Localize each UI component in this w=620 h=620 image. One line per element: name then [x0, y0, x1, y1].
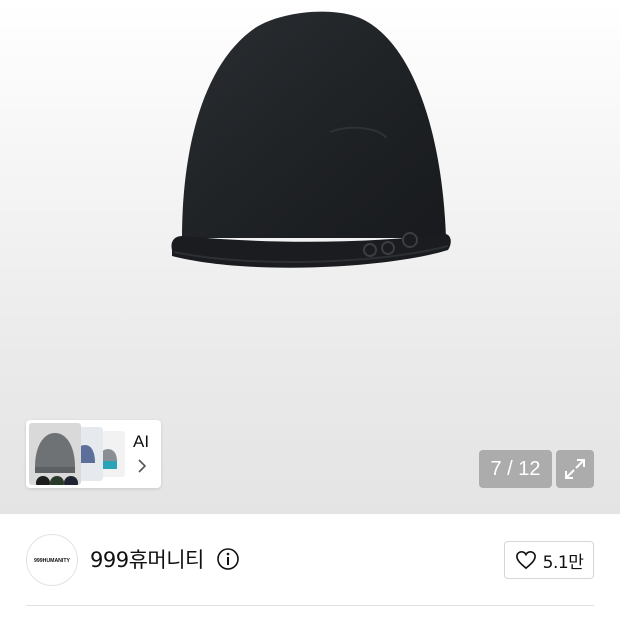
shop-logo-wordmark: 999HUMANITY	[34, 558, 71, 564]
page-counter-text: 7 / 12	[490, 457, 541, 480]
like-count: 5.1만	[542, 552, 584, 573]
ai-similar-items-card[interactable]: AI	[26, 420, 161, 488]
expand-image-button[interactable]	[556, 450, 594, 488]
image-page-counter: 7 / 12	[479, 450, 552, 488]
logo-text: 999HUMANITY	[34, 558, 71, 564]
shop-info-row: 999HUMANITY 999휴머니티 5.1만	[0, 514, 620, 606]
ai-thumbnail-stack	[29, 423, 125, 485]
product-image	[171, 11, 451, 268]
ai-label: AI	[133, 432, 150, 451]
shop-logo[interactable]: 999HUMANITY	[26, 534, 78, 586]
divider	[26, 605, 594, 606]
expand-icon	[565, 459, 585, 479]
like-button[interactable]: 5.1만	[504, 541, 594, 579]
product-image-gallery[interactable]: AI 7 / 12	[0, 0, 620, 514]
shop-name[interactable]: 999휴머니티	[90, 544, 204, 574]
info-icon[interactable]	[216, 547, 240, 571]
heart-outline-icon	[515, 550, 536, 570]
chevron-right-icon	[138, 459, 147, 473]
